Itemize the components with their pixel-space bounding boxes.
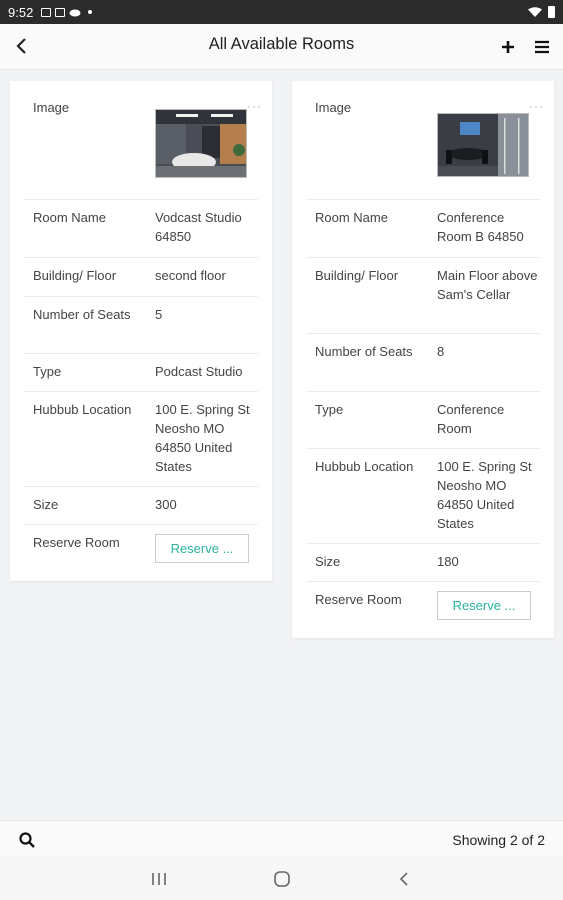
gallery-notification-icon: [41, 7, 52, 17]
type-label: Type: [33, 364, 62, 379]
reserve-button[interactable]: Reserve ...: [155, 534, 249, 563]
add-icon[interactable]: [498, 37, 518, 57]
nav-back-icon[interactable]: [394, 868, 416, 890]
status-bar: 9:52: [0, 0, 563, 24]
reserve-row: Reserve Room Reserve ...: [24, 525, 258, 575]
room-name-row: Room Name Vodcast Studio 64850: [24, 200, 258, 258]
seats-label: Number of Seats: [315, 344, 413, 359]
size-value: 300: [155, 497, 177, 512]
size-label: Size: [315, 554, 341, 569]
type-row: Type Podcast Studio: [24, 354, 258, 392]
battery-icon: [548, 6, 555, 18]
room-name-label: Room Name: [33, 210, 106, 225]
size-value: 180: [437, 554, 459, 569]
location-row: Hubbub Location 100 E. Spring St Neosho …: [24, 392, 258, 487]
location-row: Hubbub Location 100 E. Spring St Neosho …: [306, 449, 540, 544]
notification-icons: [41, 7, 93, 17]
type-value: Conference Room: [437, 402, 505, 436]
results-count: Showing 2 of 2: [452, 832, 545, 848]
size-row: Size 300: [24, 487, 258, 525]
seats-value: 8: [437, 344, 445, 359]
room-name-value: Vodcast Studio 64850: [155, 210, 242, 244]
room-card: ··· Image Room Name Conference Room B 64…: [292, 81, 554, 638]
seats-row: Number of Seats 5: [24, 297, 258, 354]
cloud-notification-icon: [69, 9, 81, 17]
app-bar: All Available Rooms: [0, 24, 563, 70]
list-footer: Showing 2 of 2: [0, 820, 563, 856]
reserve-row: Reserve Room Reserve ...: [306, 582, 540, 632]
system-nav-bar: [0, 856, 563, 900]
reserve-room-label: Reserve Room: [315, 592, 402, 607]
seats-value: 5: [155, 307, 163, 322]
building-floor-label: Building/ Floor: [315, 268, 399, 283]
type-row: Type Conference Room: [306, 392, 540, 449]
size-row: Size 180: [306, 544, 540, 582]
room-name-row: Room Name Conference Room B 64850: [306, 200, 540, 258]
more-notifications-icon: [88, 10, 93, 14]
status-time: 9:52: [8, 4, 34, 20]
recent-apps-icon[interactable]: [148, 868, 170, 890]
home-icon[interactable]: [271, 868, 293, 890]
building-floor-row: Building/ Floor second floor: [24, 258, 258, 297]
type-value: Podcast Studio: [155, 364, 243, 379]
image-label: Image: [33, 100, 70, 115]
building-floor-row: Building/ Floor Main Floor above Sam's C…: [306, 258, 540, 334]
room-photo[interactable]: [155, 109, 247, 178]
size-label: Size: [33, 497, 59, 512]
building-floor-value: Main Floor above Sam's Cellar: [437, 268, 538, 302]
location-label: Hubbub Location: [33, 402, 132, 417]
file-notification-icon: [55, 7, 66, 17]
room-name-value: Conference Room B 64850: [437, 210, 524, 244]
room-image-row: Image: [24, 81, 258, 200]
room-image-row: Image: [306, 81, 540, 200]
type-label: Type: [315, 402, 344, 417]
building-floor-value: second floor: [155, 268, 226, 283]
room-card: ··· Image Room Name Vodcast Studio 64850…: [10, 81, 272, 581]
menu-icon[interactable]: [532, 37, 552, 57]
location-label: Hubbub Location: [315, 459, 414, 474]
seats-label: Number of Seats: [33, 307, 131, 322]
location-value: 100 E. Spring St Neosho MO 64850 United …: [155, 402, 250, 474]
search-icon[interactable]: [18, 831, 36, 849]
page-title: All Available Rooms: [208, 35, 355, 53]
building-floor-label: Building/ Floor: [33, 268, 117, 283]
seats-row: Number of Seats 8: [306, 334, 540, 392]
reserve-button[interactable]: Reserve ...: [437, 591, 531, 620]
image-label: Image: [315, 100, 352, 115]
reserve-room-label: Reserve Room: [33, 535, 120, 550]
wifi-icon: [528, 7, 542, 17]
room-name-label: Room Name: [315, 210, 388, 225]
location-value: 100 E. Spring St Neosho MO 64850 United …: [437, 459, 532, 531]
room-photo[interactable]: [437, 113, 529, 177]
